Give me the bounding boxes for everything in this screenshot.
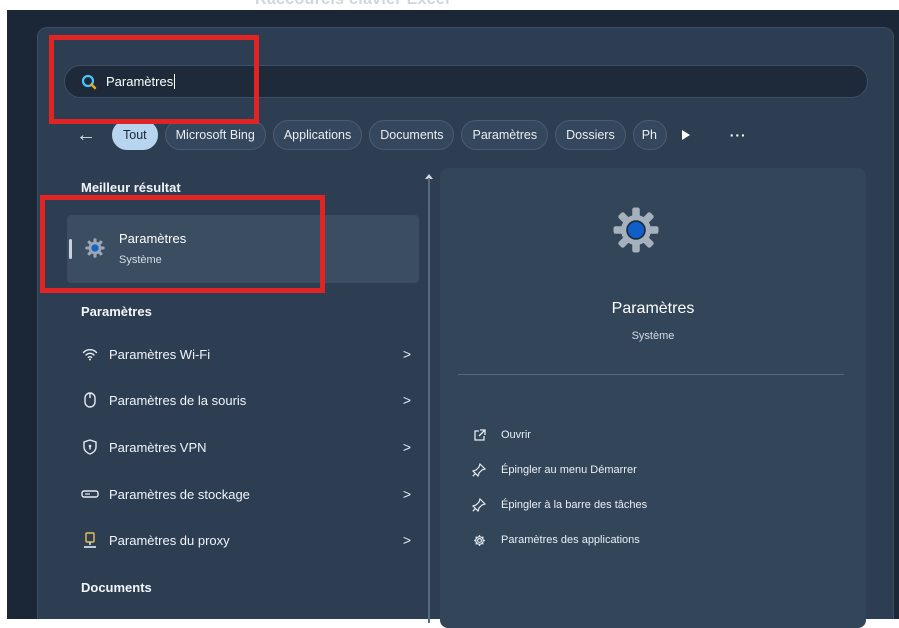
tab-documents[interactable]: Documents [369,120,455,150]
detail-divider [458,374,844,375]
tab-applications[interactable]: Applications [272,120,363,150]
mouse-icon [81,391,99,409]
detail-title: Paramètres [611,300,695,317]
tab-settings[interactable]: Paramètres [461,120,549,150]
proxy-icon [81,531,99,549]
list-item-label: Paramètres de la souris [109,392,247,408]
chevron-right-icon[interactable]: > [403,346,411,362]
action-label: Épingler à la barre des tâches [501,499,648,511]
chevron-right-icon[interactable]: > [403,439,411,455]
shield-icon [81,438,99,456]
detail-pane: Paramètres Système Ouvrir Épingler au me… [440,168,866,628]
list-item-wifi-settings[interactable]: Paramètres Wi-Fi > [81,339,411,369]
chevron-right-icon[interactable]: > [403,392,411,408]
pin-icon [472,498,486,512]
action-pin-start[interactable]: Épingler au menu Démarrer [472,463,637,477]
more-options-icon[interactable]: ··· [730,127,747,143]
annotation-box-search [49,35,259,124]
best-result-heading: Meilleur résultat [81,180,181,195]
chevron-right-icon[interactable]: > [403,486,411,502]
results-scrollbar[interactable] [428,178,430,623]
list-item-proxy-settings[interactable]: Paramètres du proxy > [81,525,411,555]
list-item-label: Paramètres du proxy [109,532,230,548]
action-open[interactable]: Ouvrir [472,428,531,442]
gear-icon [472,533,486,547]
scroll-right-icon[interactable] [681,130,690,140]
action-label: Épingler au menu Démarrer [501,464,637,476]
action-label: Ouvrir [501,429,531,441]
tab-folders[interactable]: Dossiers [555,120,626,150]
settings-heading: Paramètres [81,304,152,319]
settings-app-large-icon [611,205,661,255]
list-item-label: Paramètres VPN [109,439,207,455]
list-item-label: Paramètres Wi-Fi [109,346,211,362]
action-app-settings[interactable]: Paramètres des applications [472,533,640,547]
list-item-storage-settings[interactable]: Paramètres de stockage > [81,479,411,509]
tab-microsoft-bing[interactable]: Microsoft Bing [164,120,266,150]
filter-tabs: ← Tout Microsoft Bing Applications Docum… [76,120,747,150]
documents-heading: Documents [81,580,152,595]
back-arrow-icon[interactable]: ← [76,125,96,145]
tab-photos[interactable]: Ph [632,120,667,150]
list-item-vpn-settings[interactable]: Paramètres VPN > [81,432,411,462]
open-external-icon [472,428,486,442]
action-label: Paramètres des applications [501,534,640,546]
action-pin-taskbar[interactable]: Épingler à la barre des tâches [472,498,647,512]
list-item-label: Paramètres de stockage [109,486,250,502]
pin-icon [472,463,486,477]
annotation-box-best-result [40,195,325,293]
tab-all[interactable]: Tout [112,120,158,150]
detail-subtitle: Système [631,330,675,342]
wifi-icon [81,345,99,363]
chevron-right-icon[interactable]: > [403,532,411,548]
background-window-title: Raccourcis clavier Excel [255,0,450,9]
storage-icon [81,485,99,503]
list-item-mouse-settings[interactable]: Paramètres de la souris > [81,385,411,415]
